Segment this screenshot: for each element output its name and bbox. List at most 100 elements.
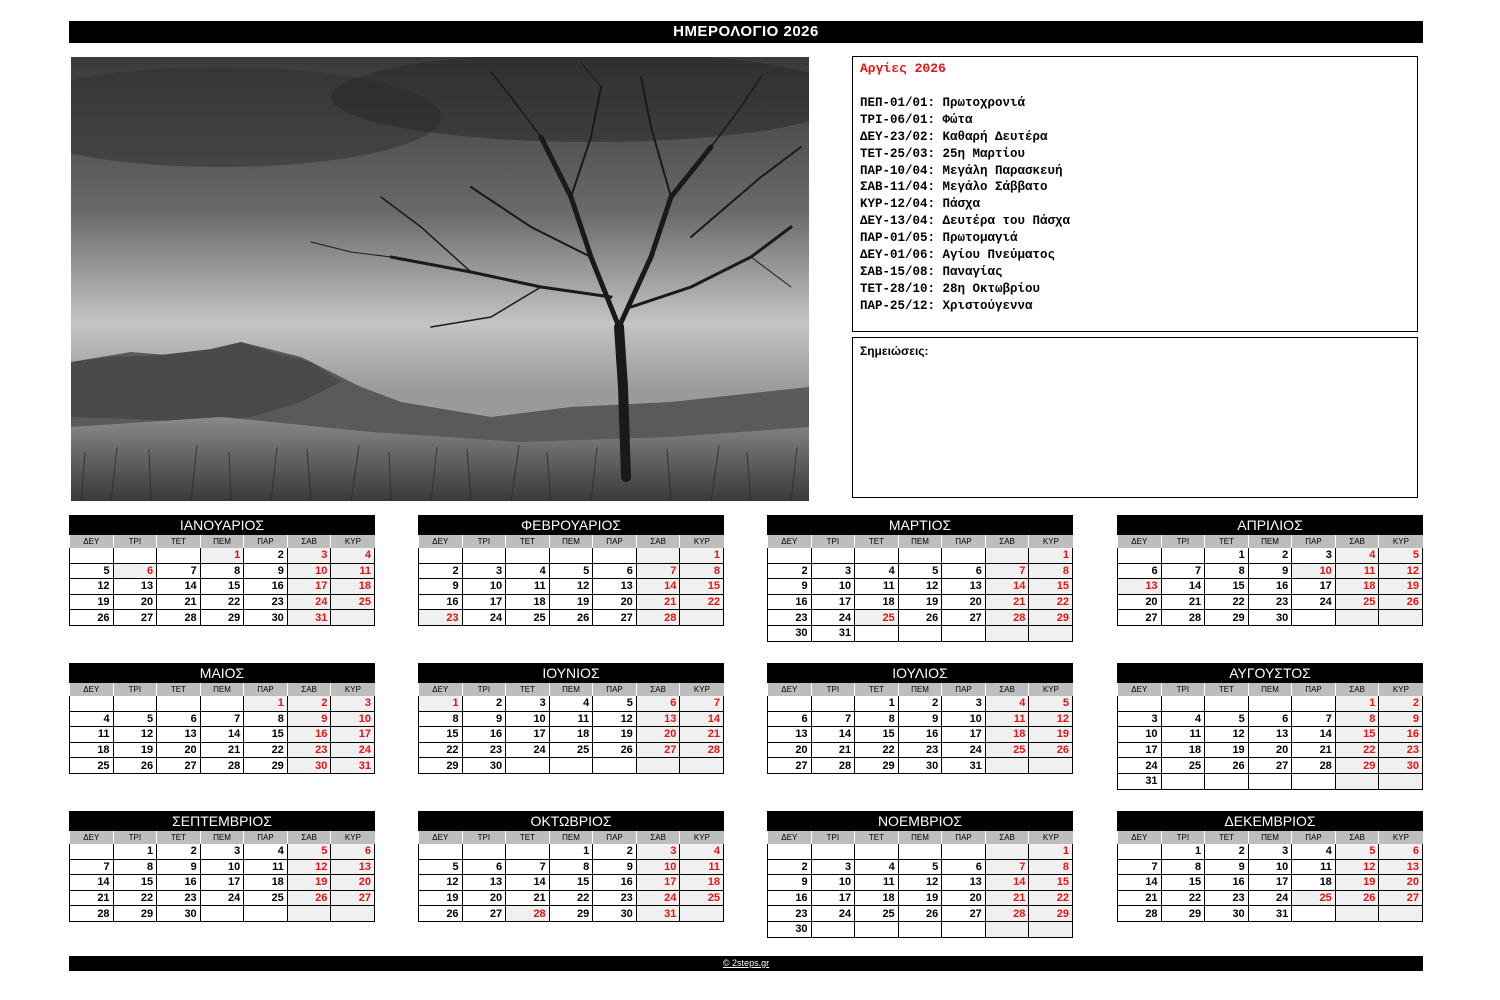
notes-panel[interactable]: Σημειώσεις: [852,337,1418,498]
empty-day-cell [243,905,288,922]
weekday-label: ΚΥΡ [1378,535,1423,548]
day-cell: 28 [199,757,244,774]
day-cell: 18 [984,726,1029,743]
day-cell: 8 [1204,563,1249,580]
weekday-label: ΠΕΜ [199,535,244,548]
day-cell: 18 [243,874,288,891]
day-cell: 31 [941,757,986,774]
week-row: 9 10 11 12 13 14 15 [767,578,1073,595]
week-row: 5 6 7 8 9 10 11 [69,563,375,580]
month-name: ΔΕΚΕΜΒΡΙΟΣ [1117,811,1423,831]
day-cell: 3 [505,696,550,712]
empty-day-cell [897,548,942,564]
day-cell: 7 [156,563,201,580]
weekday-header-row: ΔΕΥ ΤΡΙ ΤΕΤ ΠΕΜ ΠΑΡ ΣΑΒ ΚΥΡ [767,683,1073,696]
month-days-table: ΔΕΥ ΤΡΙ ΤΕΤ ΠΕΜ ΠΑΡ ΣΑΒ ΚΥΡ 1 2 3 4 5 6 7 8 9 10 11 12 13 14… [1117,535,1423,626]
weekday-label: ΤΡΙ [112,535,157,548]
empty-day-cell [461,844,506,860]
day-cell: 6 [941,563,986,580]
day-cell: 30 [286,757,331,774]
day-cell: 19 [548,594,593,611]
day-cell: 5 [897,563,942,580]
day-cell: 7 [69,859,114,876]
weekday-label: ΠΑΡ [243,683,288,696]
day-cell: 13 [941,578,986,595]
weekday-label: ΚΥΡ [679,831,724,844]
weekday-label: ΤΡΙ [461,683,506,696]
day-cell: 23 [156,890,201,907]
day-cell: 14 [1160,578,1205,595]
weekday-label: ΣΑΒ [286,683,331,696]
week-row: 20 21 22 23 24 25 26 [1117,594,1423,611]
day-cell: 28 [1160,609,1205,626]
day-cell: 1 [548,844,593,860]
weekday-header-row: ΔΕΥ ΤΡΙ ΤΕΤ ΠΕΜ ΠΑΡ ΣΑΒ ΚΥΡ [69,683,375,696]
empty-day-cell [897,625,942,642]
day-cell: 30 [243,609,288,626]
footer-credit[interactable]: © 2steps.gr [69,956,1423,971]
day-cell: 18 [1291,874,1336,891]
day-cell: 20 [461,890,506,907]
day-cell: 12 [1378,563,1423,580]
weekday-label: ΤΕΤ [854,535,899,548]
day-cell: 8 [1160,859,1205,876]
day-cell: 6 [330,844,375,860]
empty-day-cell [1028,625,1073,642]
day-cell: 20 [1117,594,1162,611]
day-cell: 25 [679,890,724,907]
empty-day-cell [330,905,375,922]
day-cell: 27 [635,742,680,759]
weekday-label: ΤΡΙ [810,683,855,696]
week-row: 6 7 8 9 10 11 12 [1117,563,1423,580]
weekday-label: ΔΕΥ [1117,535,1162,548]
day-cell: 28 [984,905,1029,922]
weekday-label: ΠΕΜ [199,831,244,844]
day-cell: 18 [679,874,724,891]
week-row: 16 17 18 19 20 21 22 [418,594,724,611]
empty-day-cell [984,625,1029,642]
day-cell: 4 [548,696,593,712]
week-row: 1234567 [418,696,724,712]
day-cell: 4 [1334,548,1379,564]
day-cell: 13 [635,711,680,728]
day-cell: 15 [679,578,724,595]
weekday-header-row: ΔΕΥ ΤΡΙ ΤΕΤ ΠΕΜ ΠΑΡ ΣΑΒ ΚΥΡ [418,683,724,696]
week-row: 25 26 27 28 29 30 31 [69,757,375,774]
day-cell: 9 [592,859,637,876]
empty-day-cell [418,844,463,860]
holiday-item: ΤΡΙ-06/01: Φώτα [860,112,973,127]
week-row: 12 13 14 15 16 17 18 [69,578,375,595]
day-cell: 30 [767,921,812,938]
day-cell: 31 [286,609,331,626]
week-row: 12 [1117,696,1423,712]
day-cell: 14 [810,726,855,743]
day-cell: 4 [330,548,375,564]
day-cell: 8 [1028,859,1073,876]
day-cell: 20 [941,594,986,611]
day-cell: 2 [1247,548,1292,564]
day-cell: 9 [767,578,812,595]
weekday-label: ΤΕΤ [854,831,899,844]
day-cell: 12 [897,578,942,595]
day-cell: 20 [112,594,157,611]
weekday-label: ΚΥΡ [330,535,375,548]
holiday-item: ΣΑΒ-15/08: Παναγίας [860,264,1003,279]
day-cell: 19 [418,890,463,907]
empty-day-cell [505,548,550,564]
week-row: 26 27 28 29 30 31 [418,905,724,922]
weekday-label: ΔΕΥ [418,683,463,696]
day-cell: 3 [330,696,375,712]
month-name: ΦΕΒΡΟΥΑΡΙΟΣ [418,515,724,535]
month-days-table: ΔΕΥ ΤΡΙ ΤΕΤ ΠΕΜ ΠΑΡ ΣΑΒ ΚΥΡ 1 2 3 4 5 6 7 8 9 10 11 12 13 14… [418,683,724,774]
day-cell: 1 [679,548,724,564]
month-calendar: ΙΑΝΟΥΑΡΙΟΣ ΔΕΥ ΤΡΙ ΤΕΤ ΠΕΜ ΠΑΡ ΣΑΒ ΚΥΡ 1 2 3 4 5 6 7 8 9… [69,515,375,626]
day-cell: 23 [767,905,812,922]
day-cell: 24 [505,742,550,759]
day-cell: 27 [461,905,506,922]
week-row: 13 14 15 16 17 18 19 [767,726,1073,743]
week-row: 1 [767,548,1073,564]
day-cell: 10 [461,578,506,595]
empty-day-cell [330,609,375,626]
weekday-header-row: ΔΕΥ ΤΡΙ ΤΕΤ ΠΕΜ ΠΑΡ ΣΑΒ ΚΥΡ [1117,831,1423,844]
day-cell: 5 [897,859,942,876]
